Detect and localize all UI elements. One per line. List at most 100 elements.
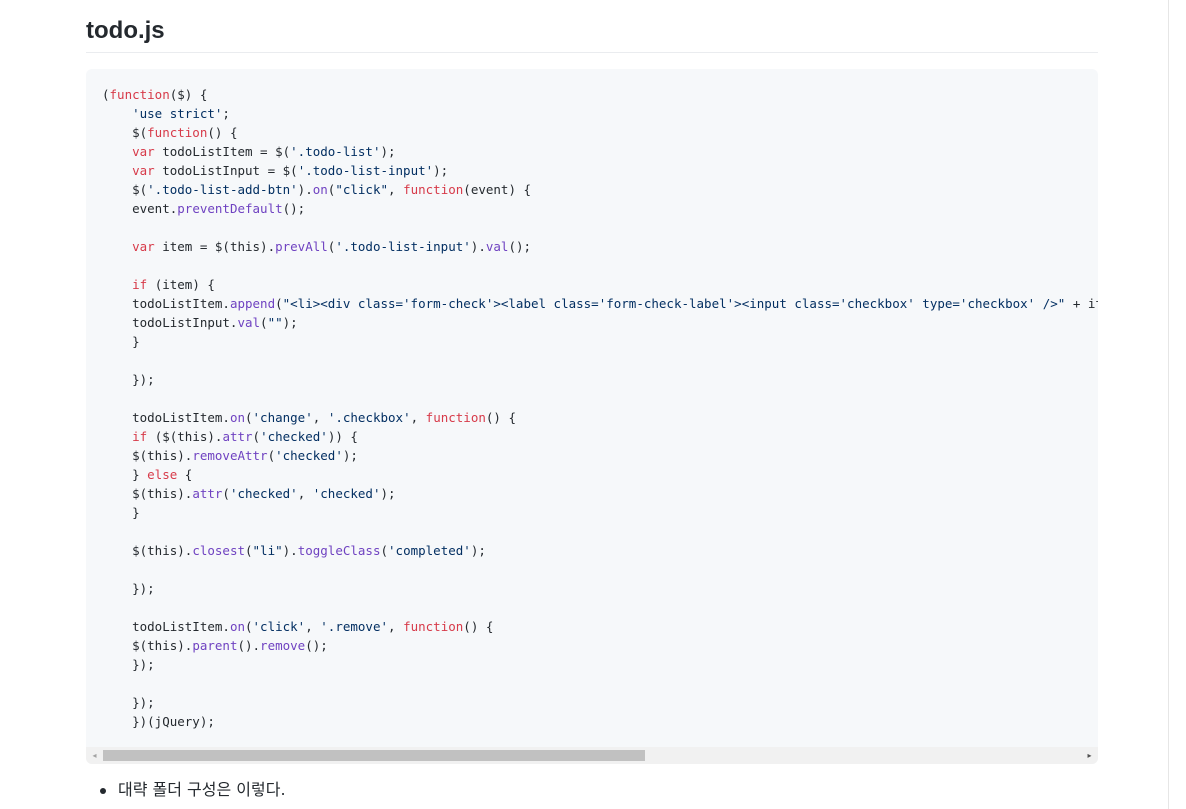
code-token: parent [192, 638, 238, 653]
code-token: , [410, 410, 426, 425]
code-token: ( [260, 315, 268, 330]
code-token: { [177, 467, 193, 482]
code-token: toggleClass [297, 543, 381, 558]
code-token: "click" [335, 182, 389, 197]
code-token: preventDefault [177, 201, 283, 216]
code-token: function [109, 87, 170, 102]
code-line: } [102, 503, 1098, 522]
code-token: "<li><div class='form-check'><label clas… [282, 296, 1066, 311]
code-token: "" [267, 315, 283, 330]
code-token: '.todo-list-add-btn' [147, 182, 298, 197]
code-token: () { [463, 619, 494, 634]
code-token: closest [192, 543, 245, 558]
code-line: var todoListItem = $('.todo-list'); [102, 142, 1098, 161]
code-token: }); [102, 695, 155, 710]
code-token: ); [470, 543, 486, 558]
code-token: ( [245, 410, 253, 425]
page-vertical-scrollbar[interactable] [1168, 0, 1186, 809]
code-viewport[interactable]: (function($) { 'use strict'; $(function(… [102, 85, 1098, 735]
code-token: ( [222, 486, 230, 501]
code-token: 'change' [252, 410, 313, 425]
code-token: ); [380, 144, 396, 159]
code-token: ). [297, 182, 313, 197]
horizontal-scrollbar[interactable]: ◂ ▸ [86, 747, 1098, 764]
code-token: $( [102, 182, 148, 197]
code-token: ( [245, 619, 253, 634]
code-token: (). [237, 638, 261, 653]
code-token: (); [282, 201, 306, 216]
code-token: function [403, 619, 464, 634]
code-token: 'use strict' [132, 106, 223, 121]
code-token: , [297, 486, 313, 501]
scroll-left-arrow-icon[interactable]: ◂ [86, 747, 103, 764]
code-token: "li" [252, 543, 283, 558]
code-line: $(this).attr('checked', 'checked'); [102, 484, 1098, 503]
content-area: todo.js (function($) { 'use strict'; $(f… [86, 0, 1098, 799]
code-line: } [102, 332, 1098, 351]
code-token: ( [252, 429, 261, 444]
code-token: if [132, 277, 148, 292]
code-line: $(this).closest("li").toggleClass('compl… [102, 541, 1098, 560]
code-token: todoListItem. [102, 410, 230, 425]
code-token: + item + [1072, 296, 1098, 311]
code-token: $(this). [102, 543, 193, 558]
code-token: ( [380, 543, 389, 558]
code-token: todoListItem = $( [154, 144, 291, 159]
code-token: todoListItem. [102, 296, 230, 311]
code-line: todoListInput.val(""); [102, 313, 1098, 332]
code-token: $( [102, 125, 148, 140]
scrollbar-thumb[interactable] [103, 750, 645, 761]
code-token: $(this). [102, 486, 193, 501]
code-token: on [229, 619, 245, 634]
code-token: function [403, 182, 464, 197]
code-token: todoListItem. [102, 619, 230, 634]
code-token: item = $(this). [154, 239, 276, 254]
code-token: 'checked' [275, 448, 343, 463]
code-token: function [147, 125, 208, 140]
code-token: (); [305, 638, 328, 653]
code-token: } [102, 334, 140, 349]
code-token: }); [102, 581, 155, 596]
code-line: $(this).removeAttr('checked'); [102, 446, 1098, 465]
scroll-right-arrow-icon[interactable]: ▸ [1081, 747, 1098, 764]
code-line: todoListItem.on('change', '.checkbox', f… [102, 408, 1098, 427]
code-token: ( [275, 296, 283, 311]
code-token: if [132, 429, 148, 444]
code-line: 'use strict'; [102, 104, 1098, 123]
code-token: function [425, 410, 486, 425]
code-token: on [229, 410, 245, 425]
code-token: attr [192, 486, 223, 501]
code-token: '.checkbox' [327, 410, 411, 425]
code-token: event. [102, 201, 178, 216]
code-token: val [237, 315, 261, 330]
code-token: else [147, 467, 178, 482]
code-token: ( [267, 448, 276, 463]
code-line: var todoListInput = $('.todo-list-input'… [102, 161, 1098, 180]
code-line: todoListItem.append("<li><div class='for… [102, 294, 1098, 313]
code-token: ). [470, 239, 486, 254]
code-token: 'click' [252, 619, 306, 634]
code-token: ($(this). [147, 429, 223, 444]
file-heading: todo.js [86, 0, 1098, 53]
code-token: val [485, 239, 509, 254]
code-line: })(jQuery); [102, 712, 1098, 731]
code-token: , [388, 619, 404, 634]
code-token: '.remove' [320, 619, 389, 634]
code-token: on [312, 182, 328, 197]
code-line: $(this).parent().remove(); [102, 636, 1098, 655]
code-token: 'completed' [388, 543, 471, 558]
code-token: , [388, 182, 404, 197]
code-token: prevAll [275, 239, 328, 254]
code-token: $(this). [102, 638, 193, 653]
code-line: }); [102, 370, 1098, 389]
code-token: }); [102, 372, 155, 387]
code-token: }); [102, 657, 155, 672]
